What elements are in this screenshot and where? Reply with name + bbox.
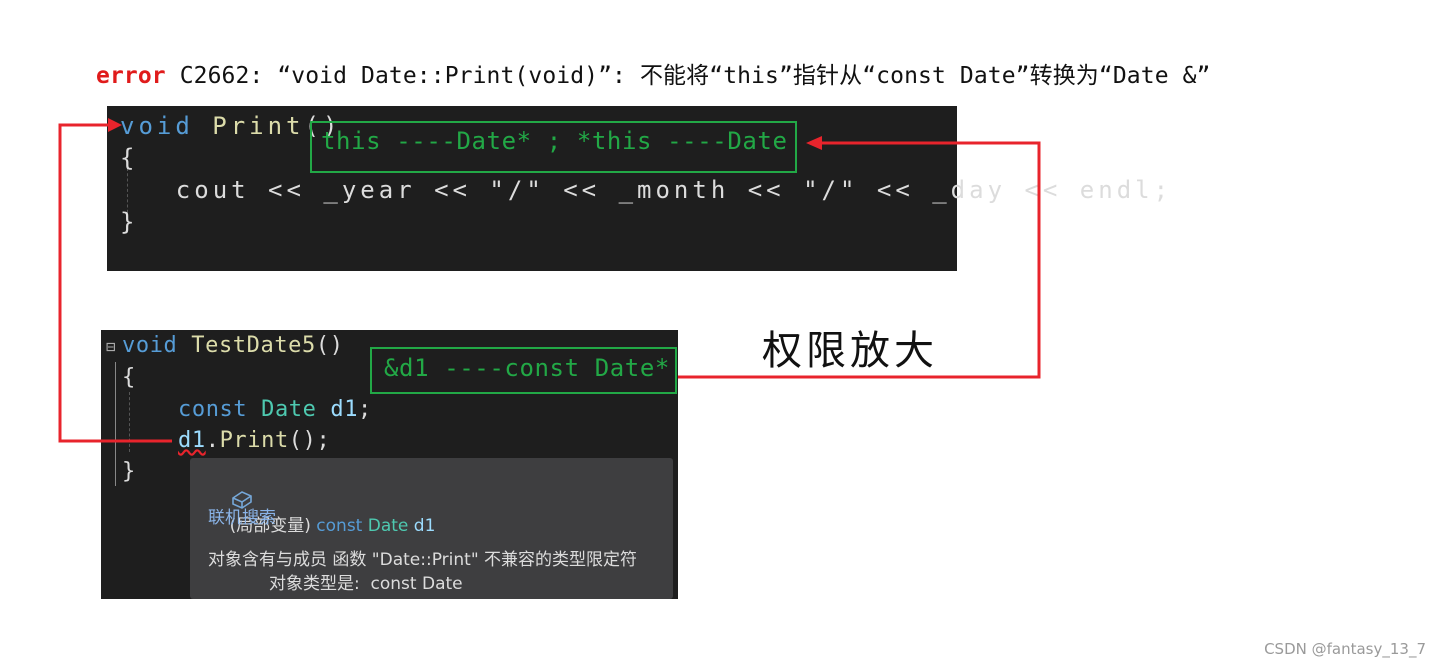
- right-arrowhead: [806, 136, 822, 150]
- watermark: CSDN @fantasy_13_7: [1264, 640, 1426, 658]
- right-connector-arrow: [678, 141, 1041, 379]
- arrows-overlay: [58, 118, 1041, 443]
- left-connector-arrow: [58, 123, 172, 443]
- left-arrowhead: [108, 118, 122, 132]
